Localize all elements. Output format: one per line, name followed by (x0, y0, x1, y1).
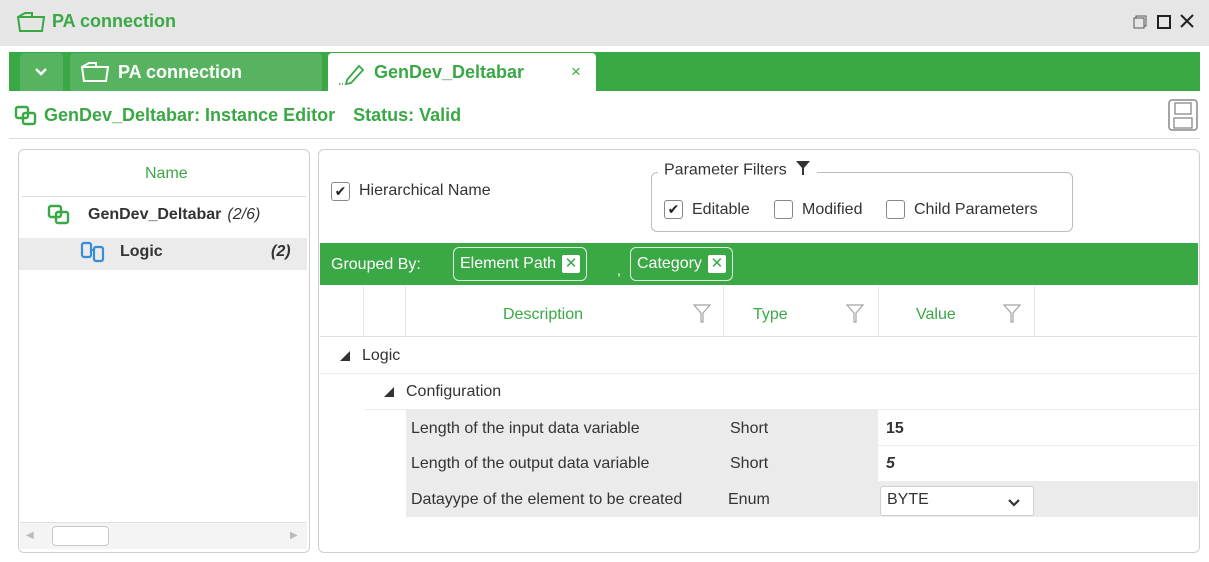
logic-icon (80, 241, 106, 267)
grid-col-divider (405, 286, 406, 336)
tab-label: GenDev_Deltabar (374, 62, 525, 82)
grid-col-divider (878, 286, 879, 336)
chevron-down-icon (34, 65, 48, 83)
tree-item-count: (2) (271, 243, 291, 260)
collapse-triangle-icon[interactable] (383, 385, 395, 402)
chip-label: Category (637, 255, 702, 272)
scrollbar-thumb[interactable] (52, 526, 109, 546)
chip-label: Element Path (460, 255, 557, 272)
tree-item-label: GenDev_Deltabar (88, 206, 222, 223)
row-value-select[interactable]: BYTE (880, 486, 1034, 516)
hierarchical-name-label: Hierarchical Name (359, 182, 491, 199)
parameter-filters-legend: Parameter Filters (658, 160, 818, 181)
chevron-down-icon (1008, 495, 1020, 512)
remove-chip-icon[interactable]: ✕ (562, 254, 581, 273)
modified-checkbox[interactable] (774, 200, 793, 219)
maximize-icon[interactable] (1157, 15, 1171, 33)
grouped-by-label: Grouped By: (331, 256, 421, 273)
tab-overflow-button[interactable] (20, 53, 63, 91)
grouped-by-bar (320, 243, 1198, 285)
column-filter-icon[interactable] (845, 304, 865, 328)
title-bar: PA connection (0, 0, 1209, 46)
pencil-icon (338, 61, 366, 89)
scroll-right-icon[interactable]: ▶ (290, 530, 298, 541)
column-header-type[interactable]: Type (753, 306, 788, 324)
editor-title: GenDev_Deltabar: Instance Editor (44, 105, 336, 125)
row-description: Datayype of the element to be created (411, 491, 683, 508)
collapse-triangle-icon[interactable] (339, 349, 351, 366)
tree-item-logic[interactable] (19, 238, 307, 270)
group-chip-category[interactable]: Category ✕ (630, 247, 733, 281)
row-type: Enum (728, 491, 770, 508)
column-filter-icon[interactable] (692, 304, 712, 328)
grid-col-divider (1034, 286, 1035, 336)
filter-icon (795, 160, 811, 181)
remove-chip-icon[interactable]: ✕ (707, 254, 726, 273)
group-row-configuration[interactable]: Configuration (406, 383, 501, 401)
scroll-left-icon[interactable]: ◀ (26, 530, 34, 541)
grid-col-divider (723, 286, 724, 336)
column-header-value[interactable]: Value (916, 306, 956, 324)
chip-separator: , (617, 262, 621, 278)
grid-col-divider (363, 286, 364, 336)
device-icon (47, 204, 71, 230)
folder-icon (80, 61, 110, 87)
modified-label: Modified (802, 201, 863, 218)
tree-item-gendev-deltabar[interactable]: GenDev_Deltabar (2/6) (88, 206, 260, 224)
column-filter-icon[interactable] (1002, 304, 1022, 328)
group-row-logic[interactable]: Logic (362, 347, 400, 365)
row-description: Length of the input data variable (411, 420, 640, 437)
tree-header-divider (22, 196, 306, 197)
row-divider (320, 373, 1198, 374)
device-icon (14, 105, 38, 131)
editor-header: GenDev_Deltabar: Instance Editor Status: … (44, 105, 461, 126)
close-icon[interactable] (1179, 13, 1195, 33)
parameter-filters-title: Parameter Filters (664, 161, 787, 179)
save-icon[interactable] (1168, 99, 1198, 135)
restore-icon[interactable] (1133, 15, 1147, 33)
row-description: Length of the output data variable (411, 455, 650, 472)
editable-checkbox[interactable]: ✔ (664, 200, 683, 219)
grid-header-divider (320, 336, 1198, 337)
tree-item-label: Logic (120, 243, 163, 260)
group-chip-element-path[interactable]: Element Path ✕ (453, 247, 588, 281)
child-parameters-label: Child Parameters (914, 201, 1038, 218)
tree-item-count: (2/6) (227, 206, 261, 223)
select-value: BYTE (887, 491, 929, 508)
tab-label: PA connection (118, 62, 243, 82)
tab-close-icon[interactable]: × (571, 62, 581, 82)
row-type: Short (730, 455, 769, 472)
tree-column-header: Name (145, 165, 188, 182)
row-value-input[interactable]: 15 (886, 420, 904, 438)
window-title: PA connection (52, 11, 177, 31)
hierarchical-name-checkbox[interactable]: ✔ (331, 182, 350, 201)
folder-icon (16, 11, 46, 37)
tab-pa-connection[interactable]: PA connection (70, 53, 322, 91)
column-header-description[interactable]: Description (503, 306, 583, 324)
child-parameters-checkbox[interactable] (886, 200, 905, 219)
row-type: Short (730, 420, 769, 437)
tab-gendev-deltabar[interactable]: GenDev_Deltabar × (328, 53, 596, 91)
editable-label: Editable (692, 201, 750, 218)
header-divider (9, 138, 1200, 139)
status-text: Status: Valid (353, 105, 462, 125)
row-value-input[interactable]: 5 (886, 455, 895, 473)
